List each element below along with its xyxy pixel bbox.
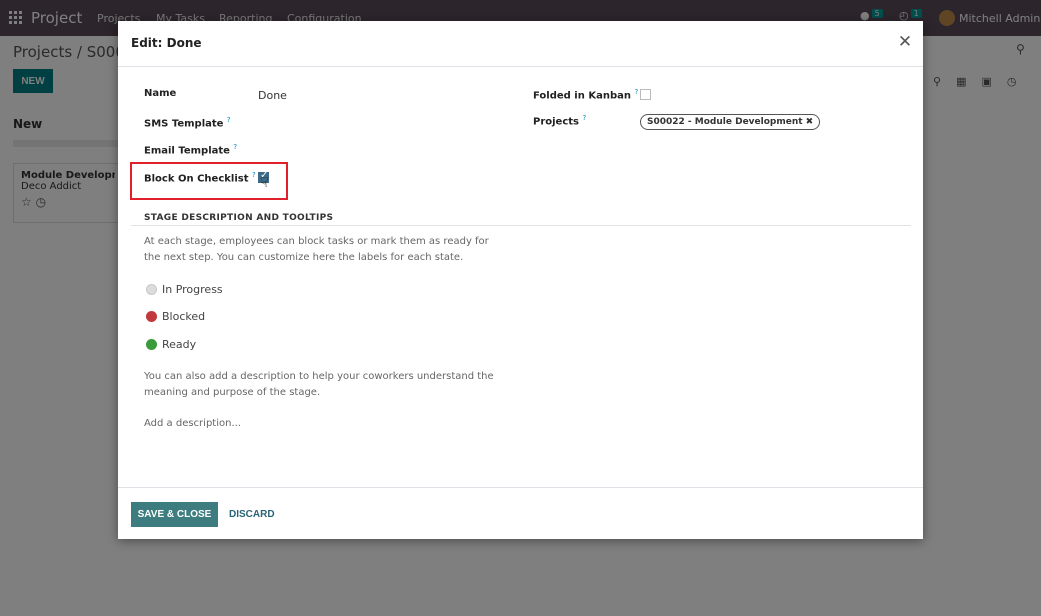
hand-cursor-icon: ☟ <box>260 175 269 191</box>
help-icon[interactable]: ? <box>227 116 231 124</box>
red-dot-icon <box>146 311 157 322</box>
project-tag[interactable]: S00022 - Module Development ✖ <box>640 114 821 130</box>
help-icon[interactable]: ? <box>233 143 237 151</box>
section-description: At each stage, employees can block tasks… <box>144 236 489 263</box>
folded-in-kanban-label: Folded in Kanban ? <box>533 88 639 102</box>
grey-dot-icon <box>146 284 157 295</box>
help-icon[interactable]: ? <box>583 114 587 122</box>
email-template-label: Email Template ? <box>144 143 238 157</box>
modal-header: Edit: Done ✕ <box>118 21 923 67</box>
modal-footer: SAVE & CLOSE DISCARD <box>118 487 923 539</box>
sms-template-label: SMS Template ? <box>144 116 231 130</box>
state-in-progress[interactable]: In Progress <box>146 283 223 296</box>
close-icon[interactable]: ✕ <box>896 33 914 51</box>
edit-stage-dialog: Edit: Done ✕ Name Done SMS Template ? Em… <box>118 21 923 539</box>
section-title: STAGE DESCRIPTION AND TOOLTIPS <box>144 213 334 223</box>
modal-title: Edit: Done <box>131 36 202 50</box>
state-ready[interactable]: Ready <box>146 338 196 351</box>
help-icon[interactable]: ? <box>634 88 638 96</box>
help-icon[interactable]: ? <box>252 171 256 179</box>
folded-in-kanban-checkbox[interactable] <box>640 89 651 100</box>
remove-tag-icon[interactable]: ✖ <box>806 117 814 127</box>
save-close-button[interactable]: SAVE & CLOSE <box>131 502 218 527</box>
name-label: Name <box>144 88 177 99</box>
green-dot-icon <box>146 339 157 350</box>
state-label: Blocked <box>162 310 206 323</box>
projects-label: Projects ? <box>533 114 587 128</box>
block-on-checklist-label: Block On Checklist ? <box>144 171 256 185</box>
state-blocked[interactable]: Blocked <box>146 310 205 323</box>
section-divider <box>131 225 911 226</box>
state-label: Ready <box>162 338 197 351</box>
name-field[interactable]: Done <box>258 89 287 102</box>
description-help-text: You can also add a description to help y… <box>144 371 494 398</box>
state-label: In Progress <box>162 283 223 296</box>
discard-button[interactable]: DISCARD <box>224 502 280 527</box>
description-field[interactable]: Add a description... <box>144 418 241 429</box>
